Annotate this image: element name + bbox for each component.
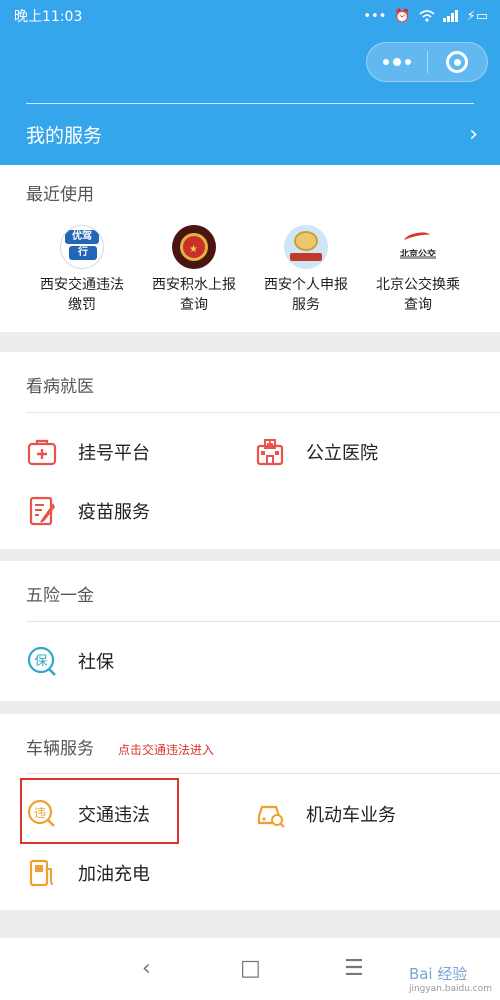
vehicle-title: 车辆服务 — [26, 739, 94, 759]
fuel-pump-icon — [26, 857, 58, 889]
tax-emblem-icon — [284, 225, 328, 269]
insurance-section: 五险一金 保 社保 — [0, 561, 500, 701]
social-security-icon: 保 — [26, 645, 58, 677]
service-fuel-charge[interactable]: 加油充电 — [26, 857, 150, 889]
tutorial-highlight-box — [20, 778, 179, 844]
service-vehicle-business[interactable]: 机动车业务 — [254, 798, 396, 830]
vaccine-form-icon — [26, 495, 58, 527]
service-label: 疫苗服务 — [78, 502, 150, 523]
service-public-hospital[interactable]: 公立医院 — [254, 436, 378, 468]
section-divider — [26, 412, 500, 413]
tutorial-annotation: 点击交通违法进入 — [118, 743, 215, 757]
recent-item-label-2: 缴罚 — [68, 297, 96, 313]
hospital-icon — [254, 436, 286, 468]
svg-text:保: 保 — [34, 654, 47, 669]
home-icon[interactable]: □ — [240, 956, 261, 981]
my-services-link[interactable]: 我的服务 › — [26, 118, 478, 150]
recent-item-label-2: 查询 — [404, 297, 432, 313]
service-social-security[interactable]: 保 社保 — [26, 645, 114, 677]
police-badge-icon: ★ — [172, 225, 216, 269]
status-time: 晚上11:03 — [14, 9, 83, 25]
system-nav-bar: ‹ □ ☰ Bai 经验 jingyan.baidu.com — [0, 938, 500, 1000]
car-search-icon — [254, 798, 286, 830]
section-divider — [26, 621, 500, 622]
dots-icon: ••• — [363, 8, 387, 24]
recent-item-label: 西安个人申报 — [264, 277, 348, 293]
baidu-watermark: Bai 经验 jingyan.baidu.com — [408, 965, 492, 994]
recent-item-waterlogging[interactable]: ★ 西安积水上报 查询 — [138, 225, 250, 315]
chevron-right-icon: › — [469, 121, 478, 147]
beijing-bus-icon: 北京公交 — [396, 225, 440, 269]
recent-item-traffic-fine[interactable]: 优驾 行 西安交通违法 缴罚 — [26, 225, 138, 315]
service-vaccine[interactable]: 疫苗服务 — [26, 495, 150, 527]
service-label: 机动车业务 — [306, 805, 396, 826]
my-services-label: 我的服务 — [26, 124, 103, 147]
more-button[interactable] — [367, 43, 427, 81]
back-icon[interactable]: ‹ — [142, 956, 151, 981]
service-label: 社保 — [78, 652, 114, 673]
insurance-title: 五险一金 — [26, 586, 94, 606]
recent-title: 最近使用 — [26, 185, 94, 205]
recent-item-label: 西安交通违法 — [40, 277, 124, 293]
status-icons: ••• ⏰ ⚡▭ — [363, 9, 488, 24]
medical-section: 看病就医 挂号平台 公立医院 疫苗服务 — [0, 352, 500, 549]
medical-kit-icon — [26, 436, 58, 468]
section-divider — [26, 773, 500, 774]
header-divider — [26, 103, 474, 104]
mini-program-capsule — [366, 42, 488, 82]
recent-item-label-2: 查询 — [180, 297, 208, 313]
service-label: 加油充电 — [78, 864, 150, 885]
status-bar: 晚上11:03 ••• ⏰ ⚡▭ — [14, 6, 488, 26]
wifi-icon — [419, 10, 435, 22]
medical-title: 看病就医 — [26, 377, 94, 397]
target-circle-icon — [446, 51, 469, 73]
recent-item-label-2: 服务 — [292, 297, 320, 313]
recent-item-label: 北京公交换乘 — [376, 277, 460, 293]
recent-item-tax[interactable]: 西安个人申报 服务 — [250, 225, 362, 315]
youjia-icon: 优驾 行 — [60, 225, 104, 269]
signal-icon — [442, 10, 458, 22]
menu-icon[interactable]: ☰ — [344, 956, 364, 981]
more-dots-icon — [382, 58, 411, 66]
close-mini-program-button[interactable] — [428, 43, 488, 81]
recent-item-beijing-bus[interactable]: 北京公交 北京公交换乘 查询 — [362, 225, 474, 315]
service-label: 挂号平台 — [78, 443, 150, 464]
service-registration[interactable]: 挂号平台 — [26, 436, 150, 468]
recent-item-label: 西安积水上报 — [152, 277, 236, 293]
service-label: 公立医院 — [306, 443, 378, 464]
battery-charging-icon: ⚡▭ — [466, 8, 488, 24]
recent-section: 最近使用 优驾 行 西安交通违法 缴罚 ★ 西安积水上报 查询 西安个人申报 服… — [0, 165, 500, 332]
alarm-icon: ⏰ — [394, 8, 411, 24]
app-header: 晚上11:03 ••• ⏰ ⚡▭ 我的服务 › — [0, 0, 500, 165]
